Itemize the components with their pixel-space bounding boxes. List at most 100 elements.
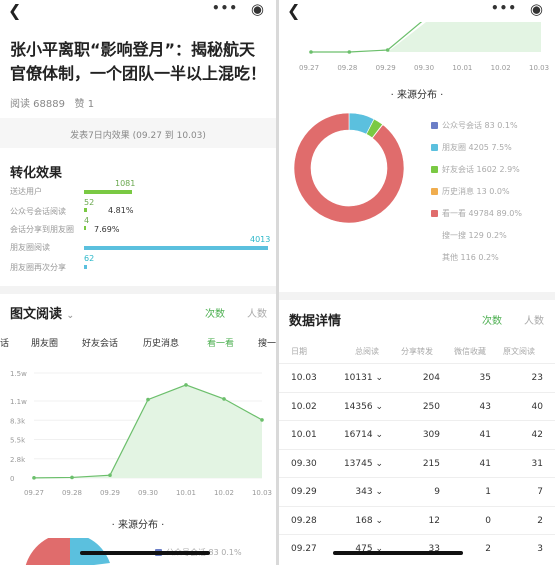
data-point [260,418,264,422]
y-tick-label: 5.5k [10,437,26,445]
table-cell: 3 [537,544,543,554]
table-cell: 12 [428,515,440,526]
conversion-title: 转化效果 [10,166,63,181]
nav-bar: ❮ ••• ◉ [279,0,555,22]
like-count: 赞 1 [74,99,95,110]
x-tick-label: 10.02 [490,64,511,72]
conv-bar [84,265,87,269]
legend-item: 好友会话 1602 2.9% [431,164,520,175]
table-cell: 41 [479,458,491,469]
row-divider [279,448,555,450]
source-tab[interactable]: 话 [0,336,9,349]
left-screen: ❮ ••• ◉ 张小平离职“影响登月”：揭秘航天官僚体制，一个团队一半以上混吃！… [0,0,276,565]
legend-swatch [431,122,438,129]
section-divider [0,286,276,294]
legend-item: 其他 116 0.2% [431,252,499,263]
tab-people[interactable]: 人数 [524,312,544,327]
row-divider [279,420,555,421]
tab-people[interactable]: 人数 [247,305,267,320]
pie-slice [293,112,405,224]
section-divider [279,292,555,300]
source-tab[interactable]: 好友会话 [82,336,118,349]
row-date: 09.30 [291,458,317,469]
source-tab[interactable]: 朋友圈 [31,336,58,349]
legend-item: 历史消息 13 0.0% [431,186,510,197]
table-cell: 13745 ⌄ [343,458,383,469]
row-date: 09.28 [291,515,317,526]
conv-rate: 7.69% [94,225,120,234]
y-tick-label: 2.8k [10,456,26,464]
source-footer-text: 来源分布 [118,520,158,531]
x-tick-label: 09.28 [337,64,358,72]
table-cell: 204 [422,373,440,383]
legend-item: 朋友圈 4205 7.5% [431,142,512,153]
effect-range-box: 发表7日内效果 (09.27 到 10.03) [0,118,276,148]
col-header: 日期 [291,347,307,356]
legend-swatch [431,188,438,195]
reading-area-chart-tail [309,22,541,54]
table-cell: 42 [531,430,543,440]
area-fill [387,22,541,52]
conv-label: 会话分享到朋友圈 [10,225,74,234]
x-tick-label: 09.29 [375,64,396,72]
x-tick-label: 10.03 [529,64,550,72]
col-header: 微信收藏 [454,347,486,356]
table-cell: 215 [422,458,440,469]
home-indicator [80,551,210,555]
x-tick-label: 10.01 [452,64,473,72]
target-circle-icon[interactable]: ◉ [251,0,264,18]
row-date: 10.01 [291,430,317,440]
legend-text: 朋友圈 4205 7.5% [442,143,512,152]
y-tick-label: 8.3k [10,417,26,425]
conv-value: 62 [84,254,95,263]
article-meta: 阅读 68889 赞 1 [10,95,94,110]
chevron-left-icon[interactable]: ❮ [287,1,300,21]
reading-title[interactable]: 图文阅读 ⌄ [10,303,74,322]
right-screen: ❮ ••• ◉ 09.27 09.28 09.29 09.30 10.01 10.02 10… [279,0,555,565]
source-tab[interactable]: 历史消息 [143,336,179,349]
source-footer: · 来源分布 · [111,520,165,531]
nav-bar: ❮ ••• ◉ [0,0,276,22]
y-tick-label: 1.5w [10,370,27,378]
y-tick-label: 1.1w [10,398,27,406]
table-cell: 2 [537,515,543,526]
table-cell: 43 [479,401,491,412]
target-circle-icon[interactable]: ◉ [530,0,543,18]
more-dots-icon[interactable]: ••• [212,1,238,15]
row-divider [279,391,555,393]
col-header: 分享转发 [401,347,433,356]
table-cell: 10131 ⌄ [343,373,383,383]
legend-swatch [431,210,438,217]
conv-value: 4013 [250,235,271,244]
chevron-left-icon[interactable]: ❮ [8,1,21,21]
table-cell: 41 [479,430,491,440]
tab-count[interactable]: 次数 [205,305,225,320]
reading-title-text: 图文阅读 [10,307,63,322]
row-divider [279,534,555,535]
read-count: 阅读 68889 [10,99,65,110]
x-tick-label: 09.27 [24,489,44,497]
article-title: 张小平离职“影响登月”：揭秘航天官僚体制，一个团队一半以上混吃！ [10,40,267,83]
data-point [184,383,188,387]
legend-swatch [431,166,438,173]
table-cell: 1 [485,487,491,497]
legend-text: 好友会话 1602 2.9% [442,165,520,174]
col-header: 原文阅读 [503,347,535,356]
table-cell: 343 ⌄ [355,487,383,497]
data-point [108,473,112,477]
table-cell: 16714 ⌄ [343,430,383,440]
legend-text: 公众号会话 83 0.1% [442,121,518,130]
source-tab[interactable]: 搜一 [258,336,276,349]
tab-count[interactable]: 次数 [482,312,502,327]
pie-slice [25,538,70,565]
row-date: 09.27 [291,544,317,554]
x-tick-label: 10.02 [214,489,234,497]
table-cell: 35 [479,373,491,383]
row-divider [279,363,555,364]
source-tab-active[interactable]: 看一看 [207,336,234,349]
legend-item: 搜一搜 129 0.2% [431,230,507,241]
x-tick-label: 10.03 [252,489,272,497]
more-dots-icon[interactable]: ••• [491,1,517,15]
conv-label: 朋友圈阅读 [10,243,50,252]
row-date: 09.29 [291,487,317,497]
